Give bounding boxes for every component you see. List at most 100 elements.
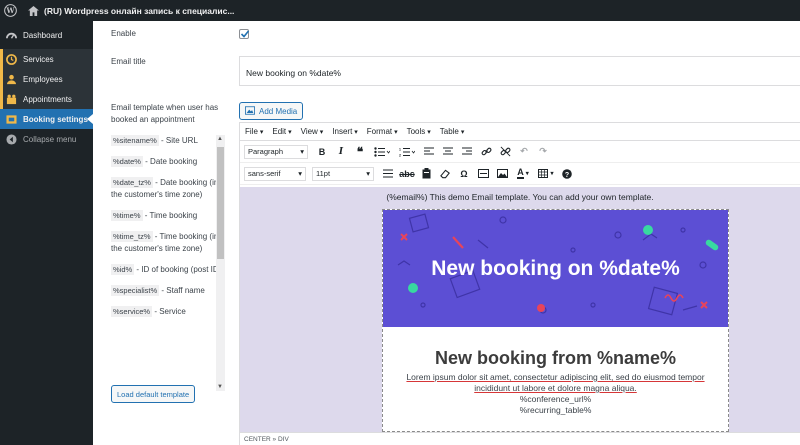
link-icon[interactable] — [478, 144, 494, 160]
list-item: %specialist% - Staff name — [111, 285, 205, 296]
menu-table[interactable]: Table — [440, 127, 465, 136]
chevron-down-icon: ▾ — [366, 169, 370, 178]
undo-icon[interactable]: ↶ — [516, 144, 532, 160]
sidebar-item-label: Employees — [23, 74, 63, 84]
variables-scrollbar[interactable]: ▲ ▼ — [216, 135, 225, 391]
sidebar-item-services[interactable]: Services — [0, 49, 93, 69]
email-body: Lorem ipsum dolor sit amet, consectetur … — [397, 372, 714, 416]
site-title-link[interactable]: (RU) Wordpress онлайн запись к специалис… — [44, 6, 234, 16]
italic-icon[interactable]: I — [333, 144, 349, 160]
active-section-marker — [0, 49, 3, 69]
email-banner: New booking on %date% — [383, 210, 728, 327]
media-icon — [245, 105, 255, 117]
strikethrough-icon[interactable]: abc — [399, 166, 415, 182]
enable-label: Enable — [111, 29, 136, 38]
chevron-down-icon: ▾ — [300, 147, 304, 156]
scroll-down-icon[interactable]: ▼ — [217, 384, 223, 390]
sidebar-item-label: Booking settings — [23, 114, 88, 124]
image-icon[interactable] — [494, 166, 510, 182]
paste-text-icon[interactable] — [418, 166, 434, 182]
lorem-text: Lorem ipsum dolor sit amet, consectetur … — [406, 372, 705, 393]
list-item: %date_tz% - Date booking (in the custome… — [111, 177, 219, 199]
sidebar-item-dashboard[interactable]: Dashboard — [0, 21, 93, 49]
blockquote-icon[interactable]: ❝ — [352, 144, 368, 160]
collapse-menu-button[interactable]: Collapse menu — [0, 129, 93, 149]
element-path: CENTER » DIV — [240, 432, 800, 445]
admin-bar: W (RU) Wordpress онлайн запись к специал… — [0, 0, 800, 21]
variables-list[interactable]: %sitename% - Site URL %date% - Date book… — [111, 135, 227, 391]
menu-insert[interactable]: Insert — [332, 127, 357, 136]
email-template-card: New booking on %date% New booking from %… — [382, 209, 729, 432]
collapse-icon — [5, 133, 17, 145]
dashboard-icon — [5, 29, 17, 41]
special-character-icon[interactable]: Ω — [456, 166, 472, 182]
font-size-select[interactable]: 11pt ▾ — [312, 166, 374, 181]
text-color-icon[interactable]: A ▾ — [513, 166, 533, 182]
template-label: Email template when user has booked an a… — [111, 103, 219, 124]
list-item: %date% - Date booking — [111, 156, 198, 167]
toolbar-row-1: Paragraph ▾ B I ❝ 12 ↶ ↷ — [240, 141, 800, 163]
sidebar-item-employees[interactable]: Employees — [0, 69, 93, 89]
active-section-marker — [0, 69, 3, 89]
conference-url-variable: %conference_url% — [519, 394, 592, 404]
editor-content-area[interactable]: (%email%) This demo Email template. You … — [240, 187, 800, 432]
format-select[interactable]: Paragraph ▾ — [244, 144, 308, 159]
demo-note: (%email%) This demo Email template. You … — [386, 192, 654, 202]
font-family-select[interactable]: sans-serif ▾ — [244, 166, 306, 181]
sidebar-item-appointments[interactable]: Appointments — [0, 89, 93, 109]
align-center-icon[interactable] — [440, 144, 456, 160]
collapse-menu-label: Collapse menu — [23, 134, 77, 144]
list-item: %time_tz% - Time booking (in the custome… — [111, 231, 219, 253]
bullet-list-icon[interactable] — [371, 144, 393, 160]
active-section-marker — [0, 89, 3, 109]
horizontal-rule-icon[interactable] — [380, 166, 396, 182]
main-content: Enable Email title New booking on %date%… — [93, 21, 800, 445]
email-title-input[interactable]: New booking on %date% — [239, 56, 800, 86]
scrollbar-thumb[interactable] — [217, 147, 224, 259]
svg-text:1: 1 — [399, 147, 401, 151]
menu-tools[interactable]: Tools — [407, 127, 431, 136]
chevron-down-icon: ▾ — [298, 169, 302, 178]
menu-view[interactable]: View — [301, 127, 324, 136]
list-item: %time% - Time booking — [111, 210, 198, 221]
email-heading: New booking from %name% — [434, 348, 677, 368]
list-item: %service% - Service — [111, 306, 186, 317]
rich-text-editor[interactable]: File Edit View Insert Format Tools Table… — [239, 122, 800, 445]
user-icon — [5, 73, 17, 85]
code-sample-icon[interactable] — [475, 166, 491, 182]
align-left-icon[interactable] — [421, 144, 437, 160]
clear-formatting-icon[interactable] — [437, 166, 453, 182]
sidebar-item-label: Appointments — [23, 94, 72, 104]
bold-icon[interactable]: B — [314, 144, 330, 160]
redo-icon[interactable]: ↷ — [535, 144, 551, 160]
menu-file[interactable]: File — [245, 127, 263, 136]
sidebar-item-label: Dashboard — [23, 30, 63, 40]
menu-format[interactable]: Format — [367, 127, 398, 136]
clock-icon — [5, 53, 17, 65]
svg-text:2: 2 — [399, 153, 401, 157]
editor-menubar: File Edit View Insert Format Tools Table — [240, 123, 800, 141]
checkmark-icon — [240, 30, 250, 38]
add-media-button[interactable]: Add Media — [239, 102, 304, 120]
add-media-label: Add Media — [259, 106, 298, 116]
scroll-up-icon[interactable]: ▲ — [217, 136, 223, 142]
load-default-template-button[interactable]: Load default template — [111, 385, 196, 403]
wordpress-logo-icon[interactable]: W — [0, 0, 20, 21]
svg-text:?: ? — [565, 171, 569, 178]
email-title-label: Email title — [111, 57, 146, 66]
unlink-icon[interactable] — [497, 144, 513, 160]
help-icon[interactable]: ? — [559, 166, 575, 182]
table-icon[interactable]: ▾ — [536, 166, 556, 182]
menu-edit[interactable]: Edit — [272, 127, 291, 136]
appointments-icon — [5, 93, 17, 105]
numbered-list-icon[interactable]: 12 — [396, 144, 418, 160]
enable-checkbox[interactable] — [239, 29, 250, 39]
sidebar-item-booking-settings[interactable]: Booking settings — [0, 109, 93, 129]
list-item: %id% - ID of booking (post ID) — [111, 264, 222, 275]
admin-sidebar: Dashboard Services Employees Appointment… — [0, 21, 93, 445]
banner-title: New booking on %date% — [431, 257, 680, 280]
home-icon[interactable] — [28, 5, 39, 16]
sidebar-item-label: Services — [23, 54, 54, 64]
svg-text:W: W — [5, 6, 15, 15]
align-right-icon[interactable] — [459, 144, 475, 160]
